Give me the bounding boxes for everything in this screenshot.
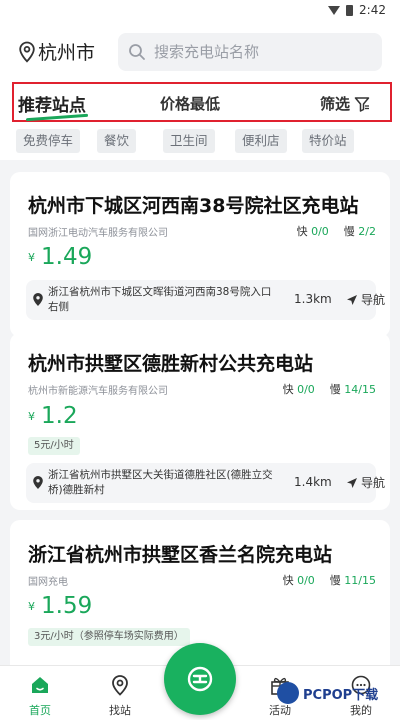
operator-name: 杭州市新能源汽车服务有限公司	[28, 386, 168, 397]
search-input[interactable]	[154, 43, 364, 61]
price: ¥1.59	[28, 593, 93, 619]
sort-tabs: 推荐站点 价格最低 筛选	[0, 80, 400, 124]
tab-lowest-price-label: 价格最低	[160, 95, 221, 113]
chip-free-parking[interactable]: 免费停车	[16, 129, 81, 153]
address-row: 浙江省杭州市拱墅区大关街道德胜社区(德胜立交桥)德胜新村 1.4km 导航	[26, 463, 385, 503]
station-name: 杭州市拱墅区德胜新村公共充电站	[28, 353, 314, 375]
chip-restroom[interactable]: 卫生间	[163, 129, 215, 153]
tab-recommended[interactable]: 推荐站点	[18, 91, 88, 122]
navigation-arrow-icon	[347, 477, 357, 488]
station-name: 杭州市下城区河西南38号院社区充电站	[28, 195, 359, 217]
parking-fee-tag: 3元/小时（参照停车场实际费用）	[28, 628, 190, 646]
slow-charger-count: 11/15	[344, 574, 376, 587]
price: ¥1.49	[28, 244, 93, 270]
charger-counts: 快 0/0 慢 11/15	[282, 574, 376, 587]
header: 杭州市	[0, 22, 400, 80]
fast-charger-count: 0/0	[311, 225, 329, 238]
slow-charger-count: 2/2	[358, 225, 376, 238]
slow-charger-count: 14/15	[344, 383, 376, 396]
status-bar: 2:42	[0, 0, 400, 22]
price-value: 1.2	[41, 403, 78, 429]
chip-dining[interactable]: 餐饮	[97, 129, 137, 153]
station-distance: 1.4km	[294, 475, 332, 489]
nav-activity-label: 活动	[269, 704, 291, 717]
navigate-button[interactable]: 导航	[346, 291, 385, 308]
city-selector[interactable]: 杭州市	[18, 38, 95, 65]
fast-charger-count: 0/0	[297, 383, 315, 396]
watermark-text: PCPOP下载	[303, 687, 379, 703]
navigate-button[interactable]: 导航	[346, 474, 385, 491]
scan-charge-button[interactable]	[164, 643, 236, 715]
tab-lowest-price[interactable]: 价格最低	[160, 93, 220, 114]
watermark-logo-icon	[277, 682, 299, 704]
address-pin-icon	[33, 476, 43, 489]
station-card[interactable]: 杭州市下城区河西南38号院社区充电站 国网浙江电动汽车服务有限公司 快 0/0 …	[10, 172, 390, 337]
operator-name: 国网充电	[28, 577, 68, 588]
fast-charger-count: 0/0	[297, 574, 315, 587]
nav-mine-label: 我的	[350, 704, 372, 717]
tab-recommended-label: 推荐站点	[18, 96, 86, 116]
price-value: 1.49	[41, 244, 93, 270]
station-address: 浙江省杭州市拱墅区大关街道德胜社区(德胜立交桥)德胜新村	[48, 469, 273, 496]
charging-plug-icon	[187, 666, 213, 692]
wifi-icon	[328, 5, 341, 15]
parking-fee-tag: 5元/小时	[28, 437, 80, 455]
navigate-label: 导航	[361, 293, 386, 307]
amenity-filters: 免费停车 餐饮 卫生间 便利店 特价站	[0, 124, 400, 160]
nav-find-station-label: 找站	[109, 704, 131, 717]
address-row: 浙江省杭州市下城区文晖街道河西南38号院入口右侧 1.3km 导航	[26, 280, 385, 320]
price: ¥1.2	[28, 403, 78, 429]
tab-filter-label: 筛选	[320, 95, 351, 113]
city-name: 杭州市	[38, 42, 96, 64]
nav-find-station[interactable]: 找站	[95, 674, 145, 718]
location-pin-icon	[19, 41, 35, 63]
home-icon	[32, 677, 48, 693]
station-name: 浙江省杭州市拱墅区香兰名院充电站	[28, 544, 333, 566]
nav-home[interactable]: 首页	[15, 674, 65, 718]
search-icon	[129, 44, 145, 60]
navigate-label: 导航	[361, 476, 386, 490]
search-box[interactable]	[118, 33, 382, 71]
status-time: 2:42	[359, 3, 386, 17]
battery-icon	[346, 4, 354, 16]
chip-special-price[interactable]: 特价站	[302, 129, 354, 153]
watermark: PCPOP下载	[277, 682, 378, 704]
location-pin-icon	[112, 675, 128, 696]
station-card[interactable]: 杭州市拱墅区德胜新村公共充电站 杭州市新能源汽车服务有限公司 快 0/0 慢 1…	[10, 333, 390, 510]
navigation-arrow-icon	[347, 294, 357, 305]
station-address: 浙江省杭州市下城区文晖街道河西南38号院入口右侧	[48, 286, 272, 313]
operator-name: 国网浙江电动汽车服务有限公司	[28, 228, 168, 239]
charger-counts: 快 0/0 慢 2/2	[296, 225, 376, 238]
address-pin-icon	[33, 293, 43, 306]
chip-convenience-store[interactable]: 便利店	[235, 129, 287, 153]
price-value: 1.59	[41, 593, 93, 619]
nav-home-label: 首页	[29, 704, 51, 717]
tab-filter[interactable]: 筛选	[320, 93, 370, 114]
station-distance: 1.3km	[294, 292, 332, 306]
filter-icon	[354, 96, 370, 112]
charger-counts: 快 0/0 慢 14/15	[282, 383, 376, 396]
